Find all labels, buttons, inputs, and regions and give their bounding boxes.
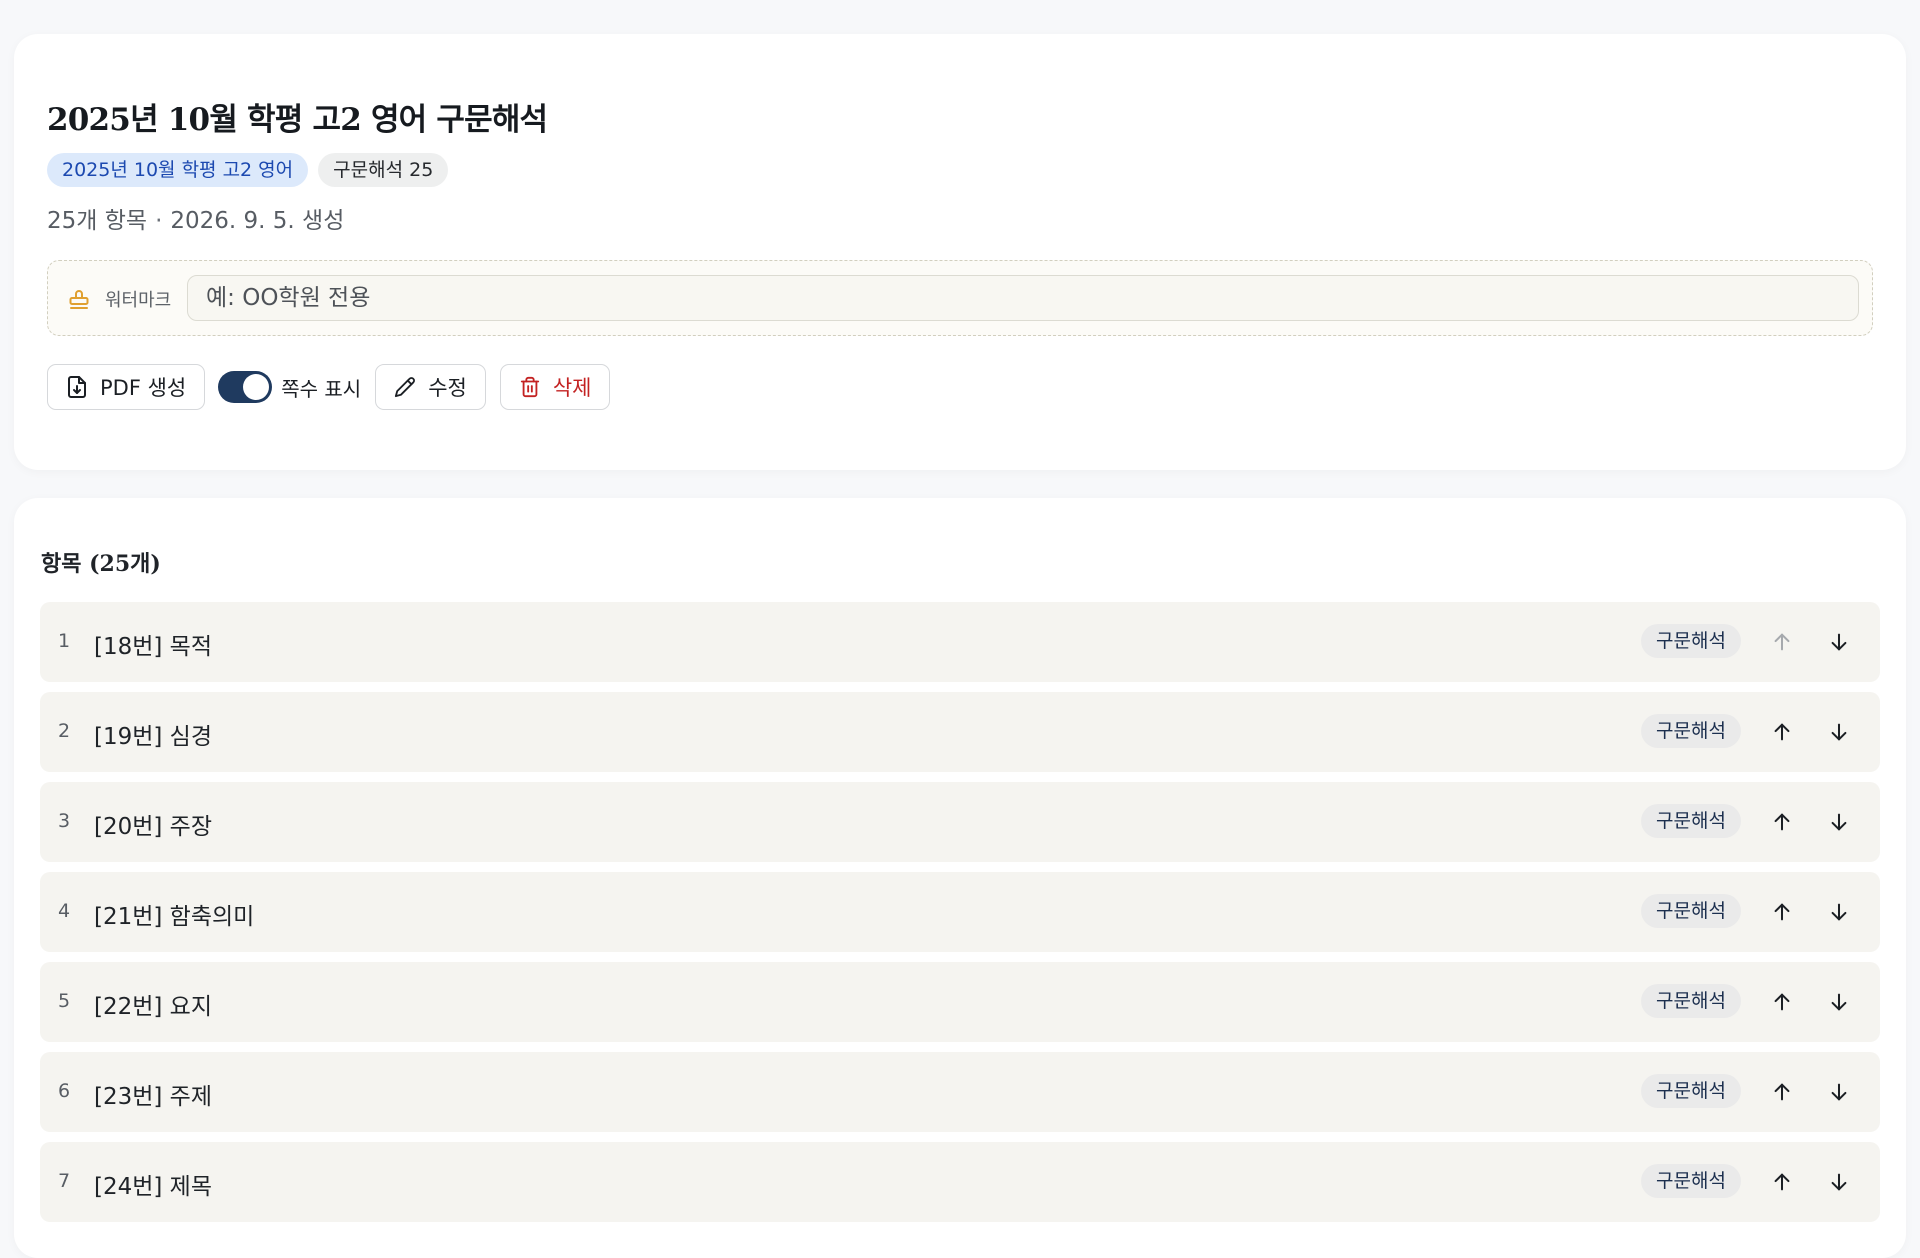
arrow-up-icon [1774, 813, 1790, 831]
item-label: [22번] 요지 [94, 994, 213, 1020]
file-download-icon [68, 376, 86, 398]
badge-group: 2025년 10월 학평 고2 영어 구문해석 25 [47, 153, 449, 187]
page-title: 2025년 10월 학평 고2 영어 구문해석 [47, 102, 548, 138]
item-type-tag: 구문해석 [1641, 624, 1741, 658]
pdf-generate-button[interactable]: PDF 생성 [47, 364, 206, 410]
move-down-button[interactable] [1825, 628, 1853, 656]
items-card: 항목 (25개) 1 [18번] 목적 구문해석 2 [19번] 심경 구문해석 [14, 498, 1906, 1258]
item-number: 5 [58, 990, 71, 1012]
arrow-down-icon [1831, 813, 1847, 831]
arrow-down-icon [1831, 903, 1847, 921]
item-label: [23번] 주제 [94, 1084, 213, 1110]
exam-badge: 2025년 10월 학평 고2 영어 [47, 153, 309, 187]
arrow-up-icon [1774, 1083, 1790, 1101]
item-label: [21번] 함축의미 [94, 904, 255, 930]
move-down-button[interactable] [1825, 1078, 1853, 1106]
move-up-button[interactable] [1768, 718, 1796, 746]
item-type-tag: 구문해석 [1641, 894, 1741, 928]
arrow-down-icon [1831, 633, 1847, 651]
item-number: 1 [58, 630, 71, 652]
page-number-toggle[interactable] [218, 371, 273, 403]
move-up-button[interactable] [1768, 898, 1796, 926]
arrow-up-icon [1774, 633, 1790, 651]
list-item: 3 [20번] 주장 구문해석 [40, 782, 1880, 862]
item-type-tag: 구문해석 [1641, 984, 1741, 1018]
page-number-toggle-label: 쪽수 표시 [281, 376, 362, 401]
arrow-down-icon [1831, 723, 1847, 741]
item-label: [18번] 목적 [94, 634, 213, 660]
items-section-title: 항목 (25개) [41, 551, 161, 577]
watermark-input[interactable] [187, 275, 1859, 321]
move-up-button[interactable] [1768, 988, 1796, 1016]
list-item: 4 [21번] 함축의미 구문해석 [40, 872, 1880, 952]
meta-separator: · [155, 208, 163, 234]
move-down-button[interactable] [1825, 1168, 1853, 1196]
move-up-button[interactable] [1768, 628, 1796, 656]
pdf-generate-label: PDF 생성 [100, 376, 187, 400]
watermark-label: 워터마크 [105, 290, 172, 311]
document-meta: 25개 항목 · 2026. 9. 5. 생성 [47, 201, 344, 235]
move-down-button[interactable] [1825, 808, 1853, 836]
item-label: [19번] 심경 [94, 724, 213, 750]
move-up-button[interactable] [1768, 808, 1796, 836]
item-number: 4 [58, 900, 71, 922]
edit-button[interactable]: 수정 [375, 364, 486, 410]
toggle-knob [243, 374, 270, 400]
item-label: [20번] 주장 [94, 814, 213, 840]
item-type-tag: 구문해석 [1641, 804, 1741, 838]
item-number: 2 [58, 720, 71, 742]
watermark-section: 워터마크 [47, 260, 1873, 336]
item-type-tag: 구문해석 [1641, 714, 1741, 748]
move-down-button[interactable] [1825, 898, 1853, 926]
trash-icon [520, 376, 540, 398]
move-up-button[interactable] [1768, 1168, 1796, 1196]
move-down-button[interactable] [1825, 988, 1853, 1016]
list-item: 7 [24번] 제목 구문해석 [40, 1142, 1880, 1222]
item-number: 7 [58, 1170, 71, 1192]
delete-label: 삭제 [552, 376, 592, 400]
arrow-down-icon [1831, 1083, 1847, 1101]
list-item: 5 [22번] 요지 구문해석 [40, 962, 1880, 1042]
move-up-button[interactable] [1768, 1078, 1796, 1106]
item-number: 6 [58, 1080, 71, 1102]
delete-button[interactable]: 삭제 [499, 364, 611, 410]
arrow-up-icon [1774, 723, 1790, 741]
item-label: [24번] 제목 [94, 1174, 213, 1200]
move-down-button[interactable] [1825, 718, 1853, 746]
item-type-tag: 구문해석 [1641, 1074, 1741, 1108]
list-item: 1 [18번] 목적 구문해석 [40, 602, 1880, 682]
edit-label: 수정 [428, 376, 467, 400]
arrow-up-icon [1774, 903, 1790, 921]
arrow-up-icon [1774, 993, 1790, 1011]
document-header-card: 2025년 10월 학평 고2 영어 구문해석 2025년 10월 학평 고2 … [14, 34, 1906, 470]
item-count-text: 25개 항목 [47, 208, 148, 234]
created-date-text: 2026. 9. 5. 생성 [170, 208, 345, 234]
stamp-icon [69, 290, 89, 309]
item-type-tag: 구문해석 [1641, 1164, 1741, 1198]
arrow-down-icon [1831, 1173, 1847, 1191]
document-toolbar: PDF 생성 쪽수 표시 수정 삭제 [47, 364, 611, 410]
page-number-toggle-group: 쪽수 표시 [218, 371, 361, 403]
arrow-up-icon [1774, 1173, 1790, 1191]
list-item: 6 [23번] 주제 구문해석 [40, 1052, 1880, 1132]
arrow-down-icon [1831, 993, 1847, 1011]
item-number: 3 [58, 810, 71, 832]
list-item: 2 [19번] 심경 구문해석 [40, 692, 1880, 772]
pencil-icon [395, 377, 416, 398]
type-count-badge: 구문해석 25 [318, 153, 449, 187]
item-list: 1 [18번] 목적 구문해석 2 [19번] 심경 구문해석 3 [20번] … [40, 602, 1880, 1232]
